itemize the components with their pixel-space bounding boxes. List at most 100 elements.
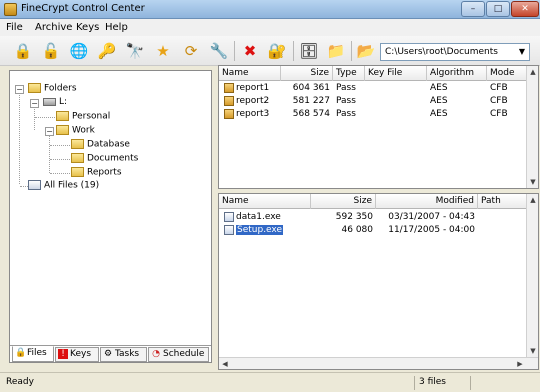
- status-separator: [414, 376, 415, 390]
- menu-bar: File Archive Keys Help: [0, 19, 540, 36]
- left-tab-strip: 🔒Files ! Keys ⚙ Tasks ◔ Schedule: [10, 345, 211, 362]
- lock-icon: 🔒: [15, 347, 27, 358]
- column-header-modified[interactable]: Modified: [376, 194, 478, 209]
- scroll-left-icon[interactable]: ◀: [219, 358, 231, 369]
- column-header-algorithm[interactable]: Algorithm: [427, 66, 487, 81]
- menu-file[interactable]: File: [6, 22, 23, 33]
- lock-file-button[interactable]: 🔐: [266, 40, 288, 62]
- cell-name-text: report1: [236, 83, 270, 93]
- tab-files[interactable]: 🔒Files: [12, 346, 54, 362]
- decrypt-button[interactable]: 🔓: [40, 40, 62, 62]
- table-row[interactable]: report1 604 361 Pass AES CFB: [219, 82, 538, 95]
- column-header-name[interactable]: Name: [219, 66, 281, 81]
- cell-algorithm: AES: [430, 96, 448, 106]
- tree-node-all-files[interactable]: All Files (19): [28, 180, 99, 193]
- delete-button[interactable]: ✖: [239, 40, 261, 62]
- cell-name: report2: [221, 95, 283, 108]
- table-row[interactable]: report3 568 574 Pass AES CFB: [219, 108, 538, 121]
- scroll-up-icon[interactable]: ▲: [527, 66, 538, 78]
- folder-icon: [71, 153, 84, 163]
- archive-button[interactable]: 🗄: [298, 40, 320, 62]
- column-header-mode[interactable]: Mode: [487, 66, 527, 81]
- tree-line: [49, 133, 50, 173]
- expander-work[interactable]: −: [45, 127, 54, 136]
- minimize-button[interactable]: –: [461, 1, 485, 17]
- key-button[interactable]: 🔑: [96, 40, 118, 62]
- expander-drive[interactable]: −: [30, 99, 39, 108]
- cell-type: Pass: [336, 109, 356, 119]
- tree-node-work[interactable]: Work: [56, 125, 95, 138]
- column-header-size[interactable]: Size: [281, 66, 333, 81]
- cell-name-text: Setup.exe: [236, 225, 284, 235]
- cell-path: [478, 224, 528, 237]
- tree-node-database[interactable]: Database: [71, 139, 130, 152]
- column-header-name[interactable]: Name: [219, 194, 311, 209]
- tab-tasks[interactable]: ⚙ Tasks: [100, 347, 147, 362]
- tree-node-personal[interactable]: Personal: [56, 111, 110, 124]
- close-button[interactable]: ✕: [511, 1, 539, 17]
- tree-line: [50, 159, 70, 160]
- refresh-button[interactable]: ⟳: [180, 40, 202, 62]
- cell-size: 592 350: [335, 212, 373, 222]
- table-header: Name Size Type Key File Algorithm Mode: [219, 66, 538, 81]
- tree-label: Folders: [44, 83, 77, 94]
- column-header-key-file[interactable]: Key File: [365, 66, 427, 81]
- table-row[interactable]: report2 581 227 Pass AES CFB: [219, 95, 538, 108]
- archive-icon: 🗄: [299, 42, 319, 60]
- tab-keys[interactable]: ! Keys: [55, 347, 99, 362]
- exe-file-icon: [224, 211, 234, 222]
- scroll-up-icon[interactable]: ▲: [527, 194, 538, 206]
- search-key-button[interactable]: 🔭: [124, 40, 146, 62]
- tree-label: Work: [72, 125, 95, 136]
- path-combobox[interactable]: C:\Users\root\Documents ▼: [380, 43, 530, 61]
- tasks-icon: ⚙: [103, 348, 113, 359]
- column-header-path[interactable]: Path: [478, 194, 528, 209]
- globe-button[interactable]: 🌐: [68, 40, 90, 62]
- status-separator: [470, 376, 471, 390]
- scroll-right-icon[interactable]: ▶: [514, 358, 526, 369]
- folder-icon: 📂: [356, 42, 376, 60]
- folder-icon: [28, 83, 41, 93]
- scroll-down-icon[interactable]: ▼: [527, 176, 538, 188]
- table-row-selected[interactable]: Setup.exe 46 080 11/17/2005 - 04:00: [219, 224, 538, 237]
- menu-help[interactable]: Help: [105, 22, 128, 33]
- globe-icon: 🌐: [69, 42, 89, 60]
- archive-table: Name Size Type Key File Algorithm Mode r…: [218, 65, 539, 189]
- exe-file-icon: [224, 224, 234, 235]
- files-vertical-scrollbar[interactable]: ▲ ▼: [526, 194, 538, 357]
- extract-button[interactable]: 📁: [325, 40, 347, 62]
- tree-node-drive[interactable]: L:: [43, 97, 67, 110]
- folder-icon: [56, 125, 69, 135]
- tree-line: [50, 145, 70, 146]
- cell-type: Pass: [336, 96, 356, 106]
- tree-label: Database: [87, 139, 130, 150]
- encrypt-button[interactable]: 🔒: [12, 40, 34, 62]
- title-bar[interactable]: FineCrypt Control Center – □ ✕: [0, 0, 540, 19]
- column-header-type[interactable]: Type: [333, 66, 365, 81]
- maximize-button[interactable]: □: [486, 1, 510, 17]
- app-window: FineCrypt Control Center – □ ✕ File Arch…: [0, 0, 540, 392]
- browse-folder-button[interactable]: 📂: [355, 40, 377, 62]
- folder-icon: [71, 167, 84, 177]
- lock-icon: 🔒: [13, 42, 33, 60]
- table-row[interactable]: data1.exe 592 350 03/31/2007 - 04:43: [219, 211, 538, 224]
- column-header-size[interactable]: Size: [311, 194, 376, 209]
- archive-vertical-scrollbar[interactable]: ▲ ▼: [526, 66, 538, 188]
- settings-button[interactable]: 🔧: [208, 40, 230, 62]
- expander-folders[interactable]: −: [15, 85, 24, 94]
- cell-name: report1: [221, 82, 283, 95]
- cell-algorithm: AES: [430, 83, 448, 93]
- chevron-down-icon[interactable]: ▼: [515, 44, 529, 60]
- tree-node-documents[interactable]: Documents: [71, 153, 138, 166]
- window-title: FineCrypt Control Center: [21, 3, 145, 14]
- menu-keys[interactable]: Keys: [76, 22, 99, 33]
- tree-node-reports[interactable]: Reports: [71, 167, 122, 180]
- favorite-button[interactable]: ★: [152, 40, 174, 62]
- scroll-down-icon[interactable]: ▼: [527, 345, 538, 357]
- files-horizontal-scrollbar[interactable]: ◀ ▶: [219, 357, 538, 369]
- tree-line: [50, 173, 70, 174]
- tree-label: Reports: [87, 167, 122, 178]
- menu-archive[interactable]: Archive: [35, 22, 72, 33]
- tree-node-folders[interactable]: Folders: [28, 83, 77, 96]
- tab-schedule[interactable]: ◔ Schedule: [148, 347, 209, 362]
